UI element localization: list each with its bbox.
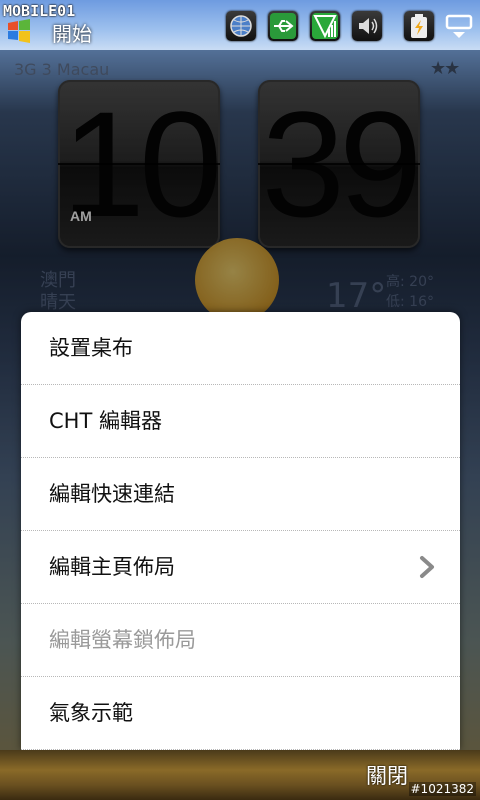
menu-item-edit-lockscreen-layout: 編輯螢幕鎖佈局 — [21, 604, 460, 677]
windows-start-icon[interactable] — [6, 18, 32, 44]
menu-item-label: 氣象示範 — [49, 701, 133, 725]
chevron-right-icon — [420, 556, 434, 578]
menu-item-label: 編輯快速連結 — [49, 482, 175, 506]
speaker-icon[interactable] — [352, 11, 382, 41]
globe-icon[interactable] — [226, 11, 256, 41]
battery-charging-icon[interactable] — [404, 11, 434, 41]
menu-item-set-wallpaper[interactable]: 設置桌布 — [21, 312, 460, 385]
menu-item-label: 編輯螢幕鎖佈局 — [49, 628, 196, 652]
start-label[interactable]: 開始 — [52, 18, 92, 47]
menu-item-label: CHT 編輯器 — [49, 409, 162, 433]
usb-icon[interactable] — [268, 11, 298, 41]
status-bar: MOBILE01 開始 — [0, 0, 480, 50]
context-menu: 設置桌布 CHT 編輯器 編輯快速連結 編輯主頁佈局 編輯螢幕鎖佈局 氣象示範 — [21, 312, 460, 750]
menu-item-weather-demo[interactable]: 氣象示範 — [21, 677, 460, 750]
menu-item-edit-quick-links[interactable]: 編輯快速連結 — [21, 458, 460, 531]
menu-item-edit-home-layout[interactable]: 編輯主頁佈局 — [21, 531, 460, 604]
connection-icon[interactable] — [444, 11, 474, 41]
photo-id-label: #1021382 — [408, 782, 476, 796]
close-button[interactable]: 關閉 — [366, 760, 408, 790]
signal-icon[interactable] — [310, 11, 340, 41]
menu-item-label: 設置桌布 — [49, 336, 133, 360]
menu-item-cht-editor[interactable]: CHT 編輯器 — [21, 385, 460, 458]
menu-item-label: 編輯主頁佈局 — [49, 555, 175, 579]
